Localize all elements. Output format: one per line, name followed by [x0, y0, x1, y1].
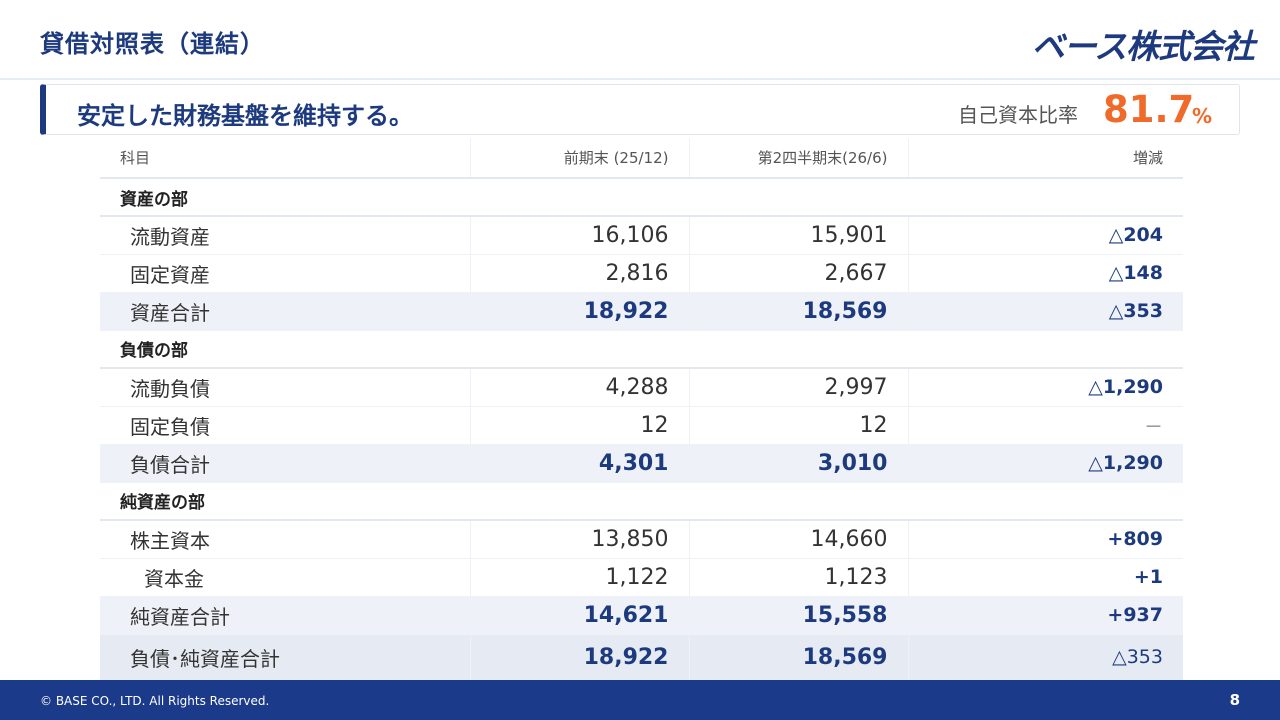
table-header-row: 科目 前期末 (25/12) 第2四半期末(26/6) 増減: [100, 138, 1183, 179]
key-message: 安定した財務基盤を維持する。: [77, 102, 413, 130]
current-value: 12: [688, 406, 908, 445]
previous-value: 1,122: [469, 558, 689, 597]
section-label: 資産の部: [100, 178, 1183, 217]
row-label: 固定資産: [100, 254, 470, 293]
change-value: △1,290: [907, 368, 1183, 407]
row-label: 負債合計: [100, 444, 470, 483]
balance-sheet-table: 科目 前期末 (25/12) 第2四半期末(26/6) 増減 資産の部 流動資産…: [100, 138, 1183, 681]
row-label: 株主資本: [100, 520, 470, 559]
change-value: △148: [907, 254, 1183, 293]
copyright-text: © BASE CO., LTD. All Rights Reserved.: [40, 694, 270, 708]
row-label: 資本金: [100, 558, 470, 597]
equity-ratio-unit: %: [1192, 104, 1213, 128]
row-label: 固定負債: [100, 406, 470, 445]
current-value: 18,569: [688, 634, 908, 681]
previous-value: 4,288: [469, 368, 689, 407]
change-value: －: [907, 406, 1183, 445]
grand-total-row: 負債･純資産合計 18,922 18,569 △353: [100, 634, 1183, 681]
section-label: 負債の部: [100, 330, 1183, 369]
section-row-assets: 資産の部: [100, 178, 1183, 217]
change-value: +937: [907, 596, 1183, 635]
slide-header: 貸借対照表（連結） ベース株式会社: [0, 0, 1280, 80]
change-value: △204: [907, 216, 1183, 255]
previous-value: 4,301: [469, 444, 689, 483]
column-header-previous: 前期末 (25/12): [470, 138, 690, 179]
previous-value: 14,621: [469, 596, 689, 635]
section-row-net-assets: 純資産の部: [100, 482, 1183, 521]
total-row-liabilities: 負債合計 4,301 3,010 △1,290: [100, 444, 1183, 483]
previous-value: 2,816: [469, 254, 689, 293]
previous-value: 18,922: [469, 292, 689, 331]
total-row-assets: 資産合計 18,922 18,569 △353: [100, 292, 1183, 331]
current-value: 18,569: [688, 292, 908, 331]
current-value: 15,558: [688, 596, 908, 635]
table-row: 流動資産 16,106 15,901 △204: [100, 216, 1183, 255]
section-label: 純資産の部: [100, 482, 1183, 521]
page-number: 8: [1229, 691, 1240, 709]
table-row: 資本金 1,122 1,123 +1: [100, 558, 1183, 597]
row-label: 流動資産: [100, 216, 470, 255]
change-value: △1,290: [907, 444, 1183, 483]
table-row: 固定負債 12 12 －: [100, 406, 1183, 445]
section-row-liabilities: 負債の部: [100, 330, 1183, 369]
current-value: 3,010: [688, 444, 908, 483]
row-label: 純資産合計: [100, 596, 470, 635]
change-value: △353: [907, 292, 1183, 331]
row-label: 資産合計: [100, 292, 470, 331]
current-value: 14,660: [688, 520, 908, 559]
key-message-banner: 安定した財務基盤を維持する。 自己資本比率 81.7 %: [40, 84, 1240, 135]
row-label: 負債･純資産合計: [100, 634, 470, 681]
previous-value: 13,850: [469, 520, 689, 559]
column-header-account: 科目: [100, 138, 471, 179]
table-row: 流動負債 4,288 2,997 △1,290: [100, 368, 1183, 407]
previous-value: 18,922: [469, 634, 689, 681]
current-value: 2,997: [688, 368, 908, 407]
equity-ratio-label: 自己資本比率: [958, 103, 1078, 127]
table-row: 株主資本 13,850 14,660 +809: [100, 520, 1183, 559]
change-value: +809: [907, 520, 1183, 559]
previous-value: 16,106: [469, 216, 689, 255]
table-row: 固定資産 2,816 2,667 △148: [100, 254, 1183, 293]
current-value: 1,123: [688, 558, 908, 597]
page-title: 貸借対照表（連結）: [40, 30, 265, 58]
change-value: △353: [907, 634, 1183, 681]
row-label: 流動負債: [100, 368, 470, 407]
current-value: 2,667: [688, 254, 908, 293]
change-value: +1: [907, 558, 1183, 597]
column-header-change: 増減: [908, 138, 1183, 179]
current-value: 15,901: [688, 216, 908, 255]
total-row-net-assets: 純資産合計 14,621 15,558 +937: [100, 596, 1183, 635]
slide-footer: © BASE CO., LTD. All Rights Reserved. 8: [0, 680, 1280, 720]
company-logo: ベース株式会社: [1031, 27, 1255, 66]
previous-value: 12: [469, 406, 689, 445]
column-header-current: 第2四半期末(26/6): [689, 138, 909, 179]
equity-ratio-value: 81.7: [1103, 88, 1195, 131]
